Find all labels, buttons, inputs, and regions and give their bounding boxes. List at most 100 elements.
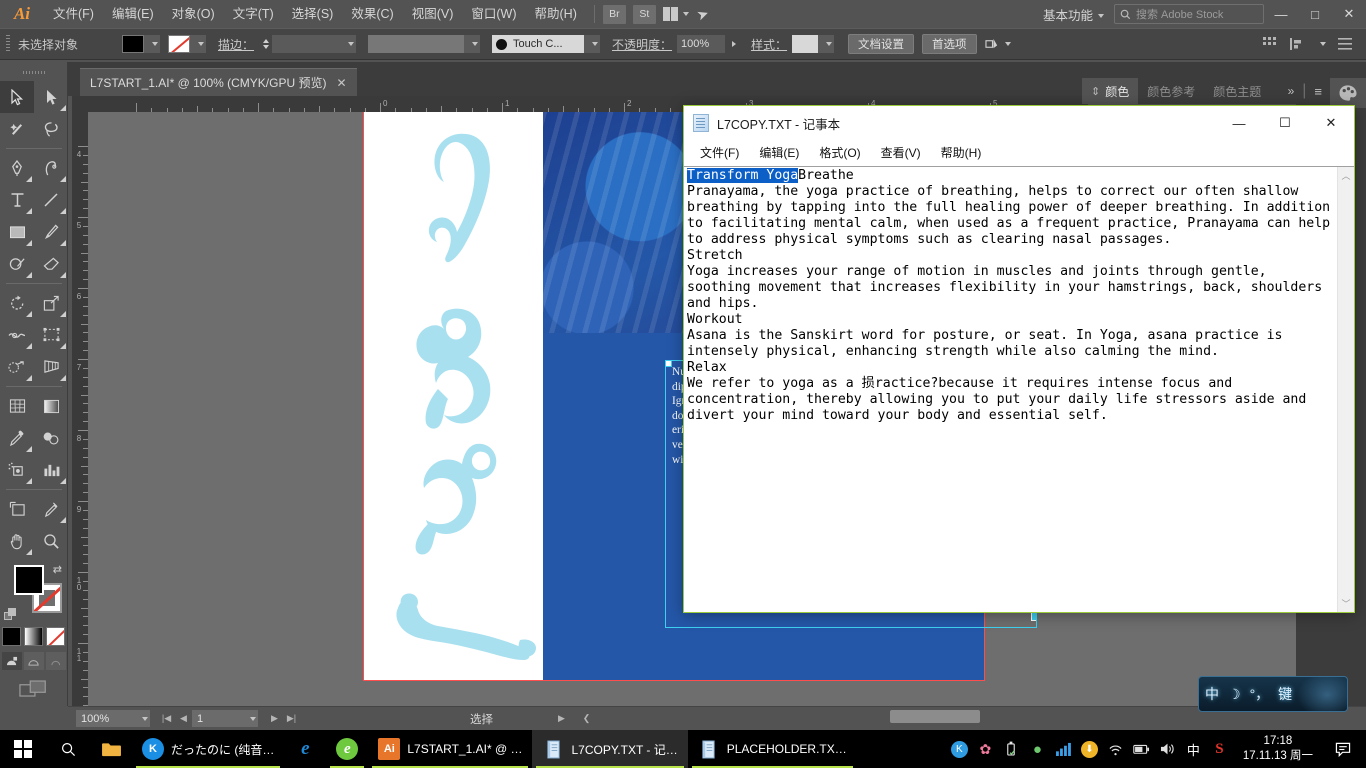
taskbar-clock[interactable]: 17:18 17.11.13 周一 [1237, 734, 1319, 764]
notepad-minimize-button[interactable]: — [1216, 106, 1262, 140]
battery-icon[interactable] [1133, 741, 1150, 758]
kugou-tray-icon[interactable]: K [951, 741, 968, 758]
text-out-port-icon[interactable] [1031, 612, 1036, 621]
tool-magic-wand[interactable] [0, 113, 34, 145]
menu-file[interactable]: 文件(F) [44, 0, 103, 28]
tool-width[interactable] [0, 319, 34, 351]
signal-bars-icon[interactable] [1055, 741, 1072, 758]
dock-icon-color-panel[interactable] [1330, 78, 1366, 108]
menu-select[interactable]: 选择(S) [283, 0, 343, 28]
sakura-tray-icon[interactable]: ✿ [977, 741, 994, 758]
ime-keyboard-icon[interactable]: 键 [1278, 684, 1292, 704]
text-in-port-icon[interactable] [666, 361, 672, 367]
taskbar-kugou-player[interactable]: K だったのに (纯音… [132, 730, 284, 768]
status-prev-icon[interactable]: ❮ [578, 710, 595, 727]
tool-shaper[interactable] [0, 248, 34, 280]
color-mode-none[interactable] [46, 627, 65, 646]
tool-free-transform[interactable] [34, 319, 68, 351]
tool-eraser[interactable] [34, 248, 68, 280]
rocket-icon[interactable]: ➤ [687, 1, 719, 26]
arrange-documents-icon[interactable] [663, 7, 678, 21]
taskbar-notepad-l7copy[interactable]: L7COPY.TXT - 记… [532, 730, 687, 768]
menu-edit[interactable]: 编辑(E) [103, 0, 163, 28]
yoga-figure-3[interactable] [392, 438, 540, 558]
notepad-window[interactable]: L7COPY.TXT - 记事本 — ☐ ✕ 文件(F) 编辑(E) 格式(O)… [683, 105, 1355, 613]
control-bar-grip[interactable] [6, 35, 10, 53]
tool-eyedropper[interactable] [0, 422, 34, 454]
menu-help[interactable]: 帮助(H) [526, 0, 586, 28]
tool-type[interactable] [0, 184, 34, 216]
yoga-figure-2[interactable] [386, 303, 536, 433]
notepad-selected-text[interactable]: Transform Yoga [687, 168, 798, 183]
document-setup-button[interactable]: 文档设置 [848, 34, 914, 54]
tool-gradient[interactable] [34, 390, 68, 422]
workspace-switcher[interactable]: 基本功能 [1037, 5, 1110, 24]
align-chevron-down-icon[interactable] [1320, 42, 1326, 46]
taskbar-notepad-placeholder[interactable]: PLACEHOLDER.TX… [688, 730, 857, 768]
status-next-icon[interactable]: ▶ [553, 710, 570, 727]
select-similar-chevron-down-icon[interactable] [1005, 42, 1011, 46]
tool-shape-builder[interactable] [0, 351, 34, 383]
brush-definition-field[interactable]: Touch C... [492, 35, 584, 53]
document-tab-close-icon[interactable]: ✕ [336, 76, 346, 90]
zoom-level-field[interactable]: 100% [76, 710, 134, 727]
panel-overflow-icon[interactable]: » [1288, 84, 1295, 98]
panel-menu-icon[interactable] [1338, 38, 1352, 50]
panel-tab-color-themes[interactable]: 颜色主题 [1204, 78, 1270, 104]
vertical-ruler[interactable]: 4567891011 [72, 112, 88, 706]
tool-symbol-sprayer[interactable] [0, 454, 34, 486]
fill-color-swatch[interactable] [122, 35, 144, 53]
wechat-icon[interactable]: ● [1029, 741, 1046, 758]
scroll-up-icon[interactable]: ︿ [1341, 169, 1350, 182]
taskbar-file-explorer[interactable] [90, 730, 132, 768]
artboard-chevron-down-icon[interactable] [242, 710, 258, 727]
adobe-stock-search[interactable]: 搜索 Adobe Stock [1114, 4, 1264, 24]
yoga-figure-4[interactable] [384, 588, 544, 668]
start-button[interactable] [0, 730, 46, 768]
tool-paintbrush[interactable] [34, 216, 68, 248]
tool-mesh[interactable] [0, 390, 34, 422]
volume-icon[interactable] [1159, 741, 1176, 758]
screen-mode-menu[interactable] [24, 652, 44, 670]
align-panel-icon[interactable] [1289, 37, 1303, 51]
color-mode-solid[interactable] [2, 627, 21, 646]
swap-fill-stroke-icon[interactable]: ⇄ [53, 563, 62, 576]
first-artboard-button[interactable]: |◀ [158, 710, 175, 727]
stroke-weight-field[interactable] [272, 35, 340, 53]
notepad-scrollbar[interactable]: ︿ ﹀ [1337, 167, 1354, 612]
tool-direct-selection[interactable] [34, 81, 68, 113]
fill-swatch-chevron-down-icon[interactable] [144, 35, 160, 53]
preferences-button[interactable]: 首选项 [922, 34, 977, 54]
screen-mode-normal[interactable] [2, 652, 22, 670]
action-center-icon[interactable] [1328, 730, 1358, 768]
graphic-style-chevron-down-icon[interactable] [818, 35, 834, 53]
yoga-figure-1[interactable] [394, 128, 524, 268]
notepad-text-area[interactable]: Transform YogaBreathe Pranayama, the yog… [684, 167, 1337, 612]
artboard-number-field[interactable]: 1 [192, 710, 242, 727]
tool-blend[interactable] [34, 422, 68, 454]
sogou-ime-toolbar[interactable]: 中 ☽ °， 键 [1198, 676, 1348, 712]
default-fill-stroke-icon[interactable] [4, 608, 17, 621]
sogou-input-icon[interactable]: S [1211, 741, 1228, 758]
panel-tab-color[interactable]: ⇕ 颜色 [1082, 78, 1138, 104]
notepad-title-bar[interactable]: L7COPY.TXT - 记事本 — ☐ ✕ [684, 106, 1354, 140]
screen-mode-full[interactable] [46, 652, 66, 670]
tool-perspective-grid[interactable] [34, 351, 68, 383]
notepad-menu-file[interactable]: 文件(F) [690, 142, 749, 164]
tool-rectangle[interactable] [0, 216, 34, 248]
taskbar-edge-browser[interactable]: e [284, 730, 326, 768]
app-minimize-button[interactable]: — [1264, 0, 1298, 28]
menu-type[interactable]: 文字(T) [224, 0, 283, 28]
notepad-menu-edit[interactable]: 编辑(E) [749, 142, 809, 164]
notepad-menu-view[interactable]: 查看(V) [871, 142, 931, 164]
download-manager-icon[interactable]: ⬇ [1081, 741, 1098, 758]
opacity-field[interactable]: 100% [677, 35, 725, 53]
notepad-close-button[interactable]: ✕ [1308, 106, 1354, 140]
usb-eject-icon[interactable] [1003, 741, 1020, 758]
align-dots-icon[interactable] [1263, 37, 1277, 51]
ime-language-icon[interactable]: 中 [1185, 741, 1202, 758]
last-artboard-button[interactable]: ▶| [283, 710, 300, 727]
opacity-chevron-right-icon[interactable] [732, 41, 736, 47]
stroke-swatch-chevron-down-icon[interactable] [190, 35, 206, 53]
ime-mode-icon[interactable]: 中 [1205, 684, 1219, 704]
